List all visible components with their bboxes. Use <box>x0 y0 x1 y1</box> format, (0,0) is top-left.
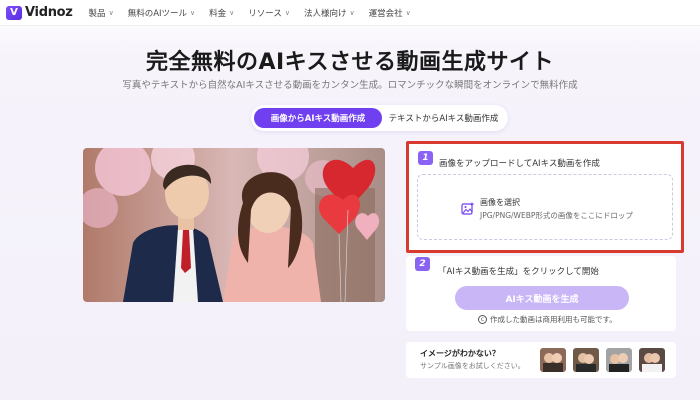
sample-thumbnail[interactable] <box>606 348 632 372</box>
chevron-down-icon: ∨ <box>284 8 290 17</box>
generate-kiss-video-button[interactable]: AIキス動画を生成 <box>455 286 629 310</box>
chevron-down-icon: ∨ <box>349 8 355 17</box>
image-add-icon <box>461 202 474 215</box>
nav-item-free-ai-tools[interactable]: 無料のAIツール ∨ <box>128 7 195 19</box>
brand-logo[interactable]: V Vidnoz <box>6 5 73 20</box>
step2-label: 「AIキス動画を生成」をクリックして開始 <box>438 267 599 277</box>
image-dropzone[interactable]: 画像を選択 JPG/PNG/WEBP形式の画像をここにドロップ <box>417 174 673 240</box>
dropzone-hint: JPG/PNG/WEBP形式の画像をここにドロップ <box>480 211 633 220</box>
sample-thumbnail[interactable] <box>573 348 599 372</box>
page-subtitle: 写真やテキストから自然なAIキスさせる動画をカンタン生成。ロマンチックな瞬間をオ… <box>122 80 578 91</box>
tab-image-to-kiss-video[interactable]: 画像からAIキス動画作成 <box>254 108 382 128</box>
commercial-use-note: c 作成した動画は商用利用も可能です。 <box>478 314 617 325</box>
step-number-badge: 1 <box>418 151 433 165</box>
nav-item-resources[interactable]: リソース ∨ <box>248 7 290 19</box>
samples-subtitle: サンプル画像をお試しください。 <box>420 362 525 370</box>
generate-step-card: 2 「AIキス動画を生成」をクリックして開始 AIキス動画を生成 c 作成した動… <box>406 256 676 331</box>
chevron-down-icon: ∨ <box>108 8 114 17</box>
nav-item-company[interactable]: 運営会社 ∨ <box>369 7 411 19</box>
nav-item-business[interactable]: 法人様向け ∨ <box>304 7 355 19</box>
sample-thumbnail[interactable] <box>639 348 665 372</box>
chevron-down-icon: ∨ <box>229 8 235 17</box>
logo-text: Vidnoz <box>25 5 73 20</box>
mode-tabs: 画像からAIキス動画作成 テキストからAIキス動画作成 <box>251 105 508 131</box>
chevron-down-icon: ∨ <box>190 8 196 17</box>
page-title: 完全無料のAIキスさせる動画生成サイト <box>145 50 555 75</box>
example-couple-photo <box>83 148 385 302</box>
select-image-link[interactable]: 画像を選択 <box>480 197 520 208</box>
tab-text-to-kiss-video[interactable]: テキストからAIキス動画作成 <box>382 108 505 128</box>
nav-item-products[interactable]: 製品 ∨ <box>89 7 114 19</box>
chevron-down-icon: ∨ <box>405 8 411 17</box>
sample-images-card: イメージがわかない？ サンプル画像をお試しください。 <box>406 342 676 378</box>
step-number-badge: 2 <box>415 257 430 271</box>
copyright-icon: c <box>478 315 487 324</box>
sample-thumbnail[interactable] <box>540 348 566 372</box>
upload-step-card: 1 画像をアップロードしてAIキス動画を作成 画像を選択 JPG/PNG/WEB… <box>406 141 684 253</box>
step1-label: 画像をアップロードしてAIキス動画を作成 <box>439 159 600 169</box>
samples-title: イメージがわかない？ <box>420 349 500 358</box>
top-nav: V Vidnoz 製品 ∨ 無料のAIツール ∨ 料金 ∨ リソース ∨ 法人様向け ∨ … <box>0 0 700 26</box>
logo-icon: V <box>6 5 22 20</box>
nav-item-pricing[interactable]: 料金 ∨ <box>209 7 234 19</box>
